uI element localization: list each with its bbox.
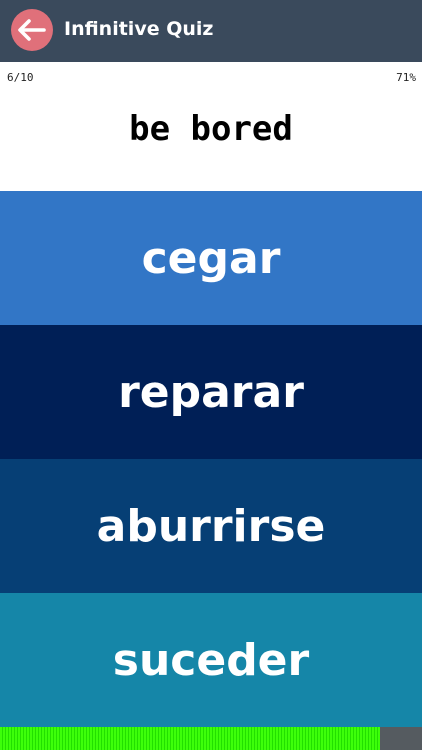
answer-option-2[interactable]: reparar <box>0 325 422 459</box>
answer-option-3[interactable]: aburrirse <box>0 459 422 593</box>
score-percent: 71% <box>396 71 416 84</box>
question-counter: 6/10 <box>7 71 34 84</box>
app-header: Infinitive Quiz <box>0 0 422 62</box>
timer-bar-fill <box>0 727 380 750</box>
answer-option-1[interactable]: cegar <box>0 191 422 325</box>
score-row: 6/10 71% <box>0 62 422 90</box>
arrow-left-icon <box>18 19 46 41</box>
page-title: Infinitive Quiz <box>64 18 214 40</box>
answer-option-4[interactable]: suceder <box>0 593 422 727</box>
timer-bar <box>0 727 422 750</box>
question-prompt: be bored <box>129 109 293 149</box>
back-button[interactable] <box>11 9 53 51</box>
